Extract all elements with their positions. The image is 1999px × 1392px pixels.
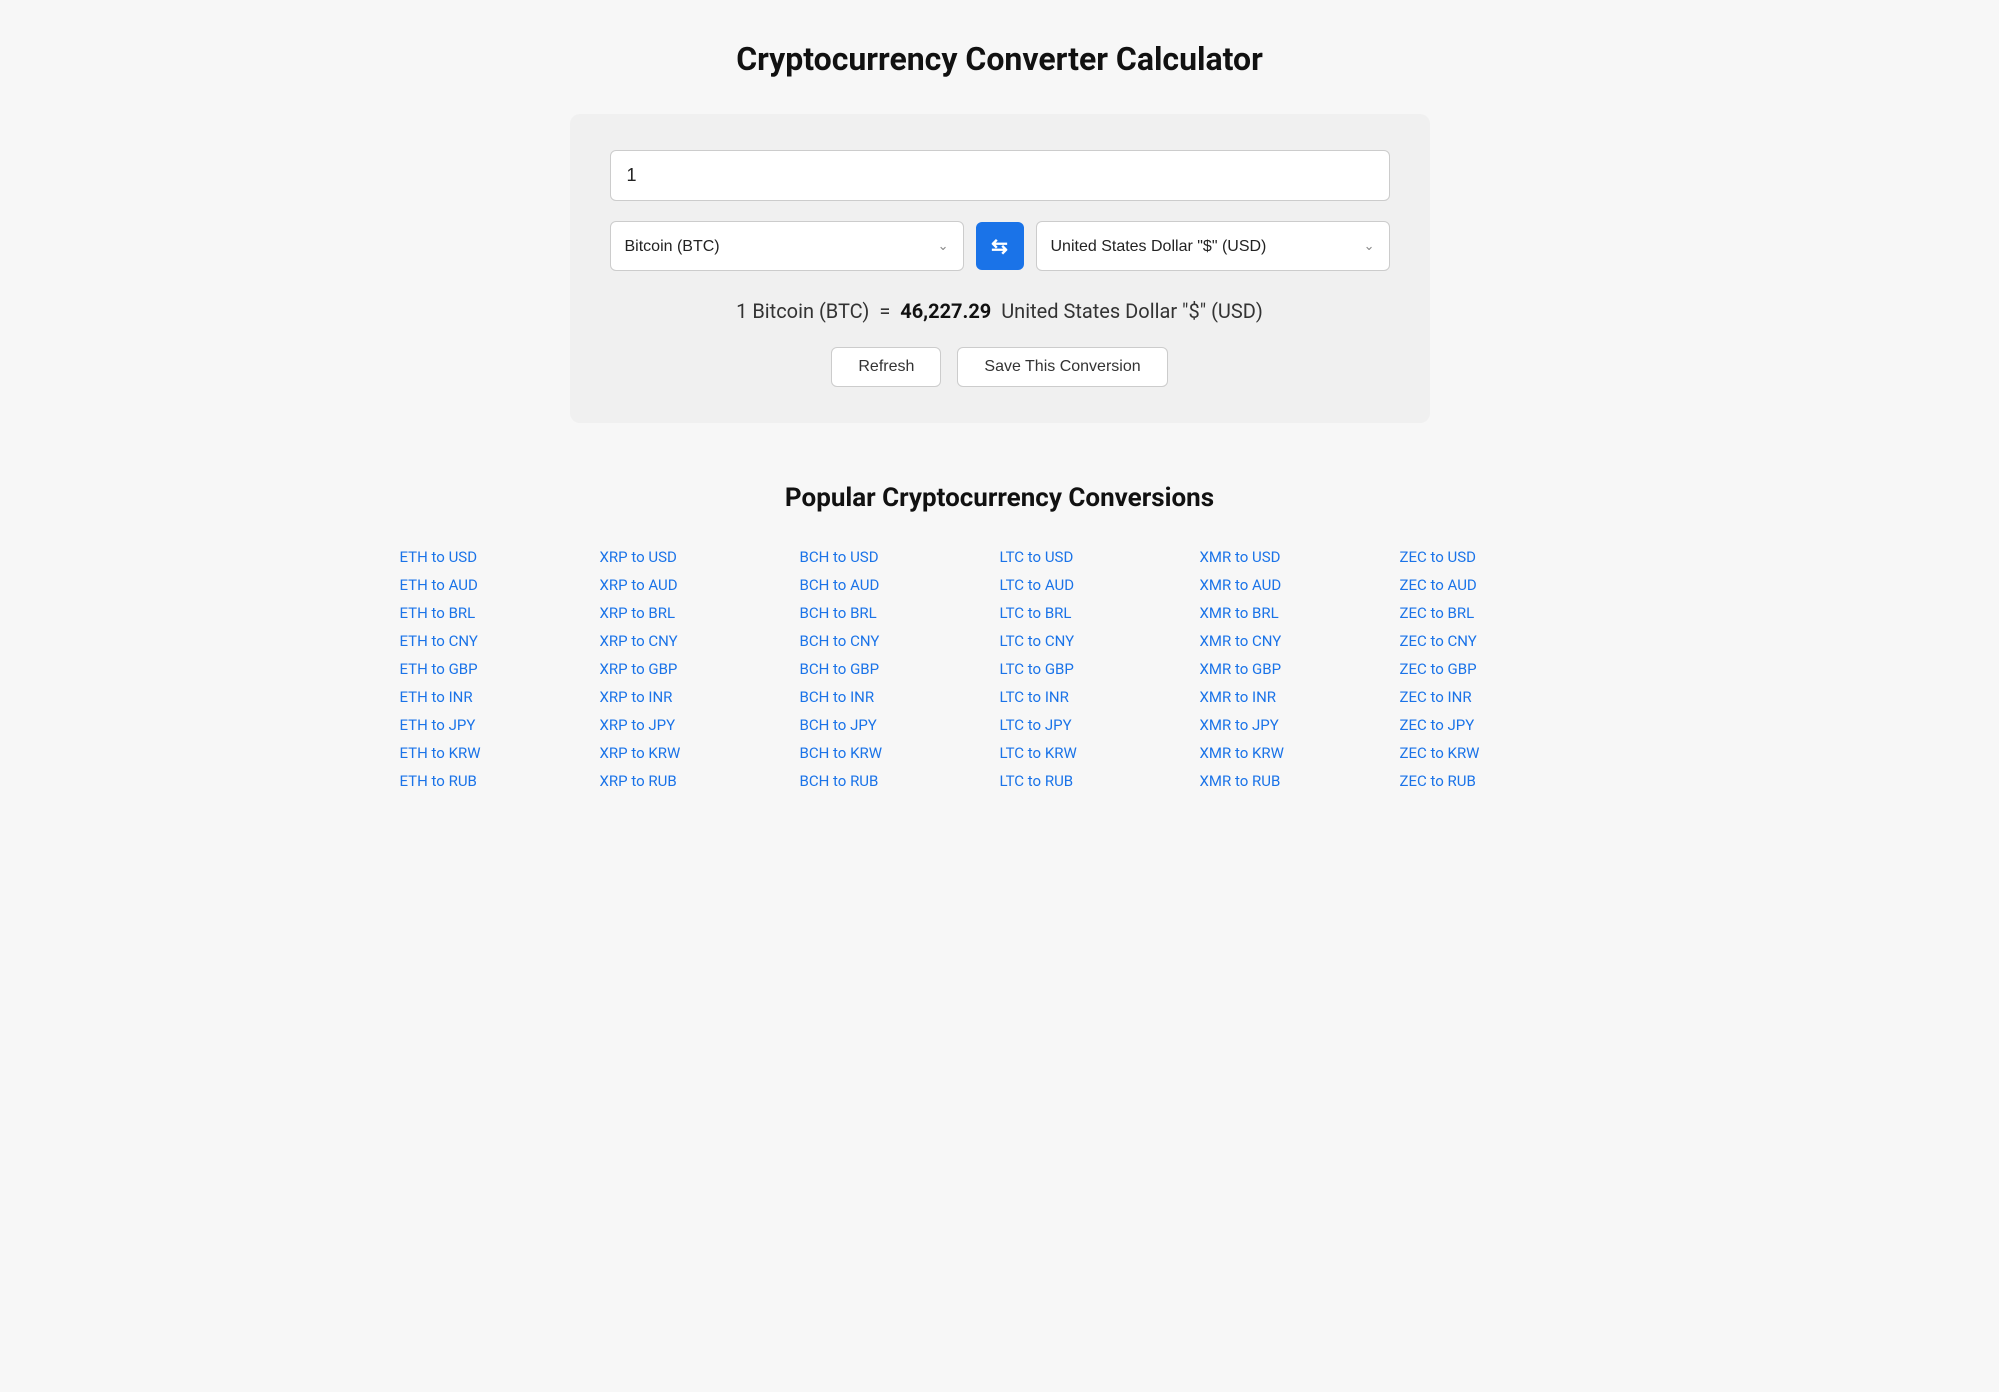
conversion-link[interactable]: BCH to CNY [800,627,1000,655]
swap-arrows-icon: ⇆ [991,234,1008,259]
conversion-link[interactable]: ETH to INR [400,683,600,711]
action-buttons: Refresh Save This Conversion [610,347,1390,387]
conversion-link[interactable]: ZEC to USD [1400,543,1600,571]
conversion-link[interactable]: XMR to INR [1200,683,1400,711]
amount-input[interactable] [610,150,1390,201]
conversion-column-3: LTC to USDLTC to AUDLTC to BRLLTC to CNY… [1000,543,1200,795]
conversion-link[interactable]: XMR to JPY [1200,711,1400,739]
conversion-link[interactable]: ETH to USD [400,543,600,571]
refresh-button[interactable]: Refresh [831,347,941,387]
conversion-link[interactable]: BCH to JPY [800,711,1000,739]
from-currency-wrap: Bitcoin (BTC)Ethereum (ETH)Ripple (XRP)B… [610,221,964,271]
conversion-link[interactable]: XRP to RUB [600,767,800,795]
conversion-link[interactable]: ZEC to KRW [1400,739,1600,767]
conversion-link[interactable]: BCH to INR [800,683,1000,711]
from-currency-select[interactable]: Bitcoin (BTC)Ethereum (ETH)Ripple (XRP)B… [625,238,932,255]
conversion-link[interactable]: LTC to GBP [1000,655,1200,683]
conversion-link[interactable]: ZEC to AUD [1400,571,1600,599]
save-conversion-button[interactable]: Save This Conversion [957,347,1167,387]
chevron-down-icon-2: ⌄ [1364,239,1375,254]
result-from-text: 1 Bitcoin (BTC) [736,299,869,323]
conversion-column-1: XRP to USDXRP to AUDXRP to BRLXRP to CNY… [600,543,800,795]
conversion-link[interactable]: ZEC to INR [1400,683,1600,711]
to-currency-wrap: United States Dollar "$" (USD)Australian… [1036,221,1390,271]
conversion-link[interactable]: ZEC to GBP [1400,655,1600,683]
conversion-link[interactable]: XMR to USD [1200,543,1400,571]
conversion-link[interactable]: XRP to AUD [600,571,800,599]
conversion-link[interactable]: BCH to USD [800,543,1000,571]
conversion-link[interactable]: LTC to KRW [1000,739,1200,767]
conversion-link[interactable]: ETH to BRL [400,599,600,627]
conversion-link[interactable]: ZEC to BRL [1400,599,1600,627]
conversion-column-0: ETH to USDETH to AUDETH to BRLETH to CNY… [400,543,600,795]
conversion-link[interactable]: XMR to KRW [1200,739,1400,767]
conversion-link[interactable]: BCH to RUB [800,767,1000,795]
conversion-link[interactable]: LTC to INR [1000,683,1200,711]
popular-title: Popular Cryptocurrency Conversions [400,483,1600,513]
converter-card: Bitcoin (BTC)Ethereum (ETH)Ripple (XRP)B… [570,114,1430,423]
page-title: Cryptocurrency Converter Calculator [20,40,1979,78]
conversion-link[interactable]: XMR to GBP [1200,655,1400,683]
conversion-link[interactable]: XRP to GBP [600,655,800,683]
result-value: 46,227.29 [900,299,991,323]
conversion-link[interactable]: XMR to CNY [1200,627,1400,655]
conversion-link[interactable]: XRP to JPY [600,711,800,739]
conversion-link[interactable]: XRP to CNY [600,627,800,655]
conversion-link[interactable]: BCH to KRW [800,739,1000,767]
result-equals: = [879,299,890,323]
conversion-link[interactable]: XRP to INR [600,683,800,711]
conversion-link[interactable]: LTC to AUD [1000,571,1200,599]
conversion-column-4: XMR to USDXMR to AUDXMR to BRLXMR to CNY… [1200,543,1400,795]
conversion-link[interactable]: XMR to RUB [1200,767,1400,795]
swap-button[interactable]: ⇆ [976,222,1024,270]
conversions-grid: ETH to USDETH to AUDETH to BRLETH to CNY… [400,543,1600,795]
conversion-link[interactable]: LTC to JPY [1000,711,1200,739]
chevron-down-icon: ⌄ [938,239,949,254]
conversion-link[interactable]: ETH to AUD [400,571,600,599]
conversion-result: 1 Bitcoin (BTC) = 46,227.29 United State… [610,299,1390,323]
conversion-link[interactable]: LTC to RUB [1000,767,1200,795]
conversion-link[interactable]: BCH to AUD [800,571,1000,599]
currency-row: Bitcoin (BTC)Ethereum (ETH)Ripple (XRP)B… [610,221,1390,271]
conversion-link[interactable]: ZEC to CNY [1400,627,1600,655]
conversion-link[interactable]: ETH to RUB [400,767,600,795]
conversion-link[interactable]: ETH to CNY [400,627,600,655]
to-currency-select[interactable]: United States Dollar "$" (USD)Australian… [1051,238,1358,255]
result-to-currency: United States Dollar "$" (USD) [1001,299,1263,323]
conversion-link[interactable]: ETH to KRW [400,739,600,767]
conversion-link[interactable]: XMR to AUD [1200,571,1400,599]
conversion-link[interactable]: XRP to KRW [600,739,800,767]
conversion-link[interactable]: BCH to BRL [800,599,1000,627]
conversion-link[interactable]: LTC to CNY [1000,627,1200,655]
popular-section: Popular Cryptocurrency Conversions ETH t… [400,483,1600,795]
conversion-link[interactable]: ETH to JPY [400,711,600,739]
conversion-link[interactable]: LTC to USD [1000,543,1200,571]
conversion-link[interactable]: ZEC to RUB [1400,767,1600,795]
conversion-link[interactable]: XRP to USD [600,543,800,571]
conversion-link[interactable]: XRP to BRL [600,599,800,627]
conversion-column-2: BCH to USDBCH to AUDBCH to BRLBCH to CNY… [800,543,1000,795]
conversion-link[interactable]: ETH to GBP [400,655,600,683]
conversion-column-5: ZEC to USDZEC to AUDZEC to BRLZEC to CNY… [1400,543,1600,795]
conversion-link[interactable]: XMR to BRL [1200,599,1400,627]
conversion-link[interactable]: ZEC to JPY [1400,711,1600,739]
conversion-link[interactable]: BCH to GBP [800,655,1000,683]
conversion-link[interactable]: LTC to BRL [1000,599,1200,627]
